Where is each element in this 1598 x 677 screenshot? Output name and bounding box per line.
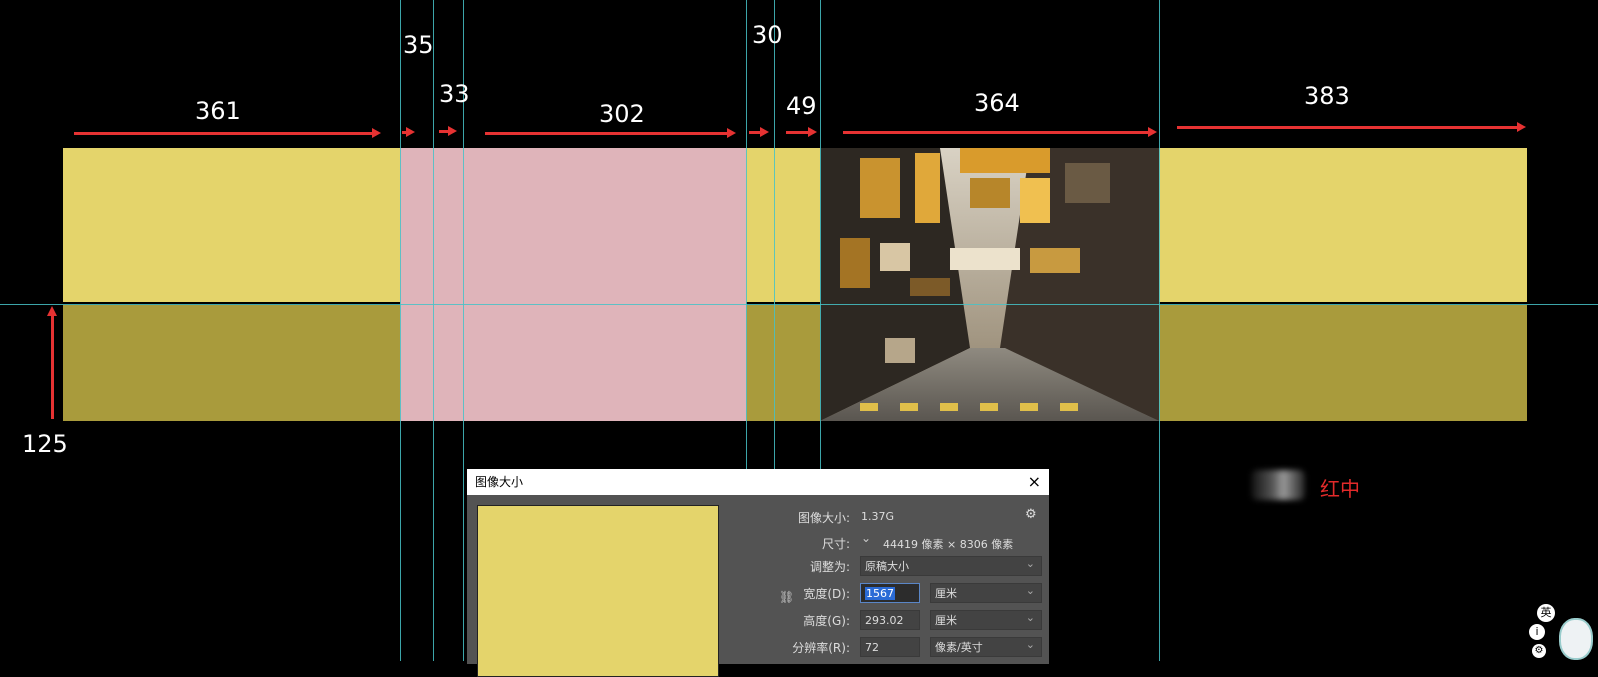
ime-tray[interactable]: 英 i ⚙ bbox=[1529, 604, 1595, 661]
gear-icon[interactable]: ⚙ bbox=[1025, 507, 1037, 522]
measure-label-7: 364 bbox=[974, 89, 1020, 117]
arrow-1 bbox=[74, 128, 381, 138]
settings-icon[interactable]: ⚙ bbox=[1532, 644, 1546, 658]
image-size-value: 1.37G bbox=[861, 510, 895, 523]
height-unit-select[interactable]: 厘米 bbox=[930, 608, 1042, 630]
measure-label-height: 125 bbox=[22, 430, 68, 458]
close-icon[interactable]: × bbox=[1028, 469, 1041, 495]
measure-label-5: 30 bbox=[752, 21, 783, 49]
resolution-input[interactable]: 72 bbox=[860, 637, 920, 657]
fit-to-label: 调整为: bbox=[809, 560, 850, 574]
block-olive-right-bottom bbox=[1159, 305, 1527, 421]
width-unit-select[interactable]: 厘米 bbox=[930, 581, 1042, 603]
block-pink bbox=[400, 148, 746, 421]
resolution-unit: 像素/英寸 bbox=[935, 641, 983, 654]
guide-vertical-7 bbox=[1159, 0, 1160, 661]
height-label: 高度(G): bbox=[803, 614, 850, 628]
image-size-label: 图像大小: bbox=[797, 511, 850, 525]
height-unit: 厘米 bbox=[935, 614, 957, 627]
dimensions-label: 尺寸: bbox=[821, 537, 850, 551]
dialog-titlebar: 图像大小 × bbox=[467, 469, 1049, 495]
width-input[interactable]: 1567 bbox=[860, 583, 920, 603]
arrow-5 bbox=[749, 127, 769, 137]
height-value: 293.02 bbox=[865, 614, 904, 627]
guide-vertical-1 bbox=[400, 0, 401, 661]
measure-label-3: 33 bbox=[439, 80, 470, 108]
measure-label-8: 383 bbox=[1304, 82, 1350, 110]
arrow-6 bbox=[786, 127, 817, 137]
height-input[interactable]: 293.02 bbox=[860, 610, 920, 630]
chevron-down-icon[interactable]: ⌄ bbox=[861, 531, 871, 545]
fit-to-value: 原稿大小 bbox=[865, 560, 909, 573]
block-yellow-mid-top bbox=[746, 148, 820, 302]
street-photo-illustration bbox=[820, 148, 1159, 421]
guide-horizontal bbox=[0, 304, 1598, 305]
width-value: 1567 bbox=[865, 587, 895, 600]
dialog-title: 图像大小 bbox=[475, 475, 524, 489]
measure-label-1: 361 bbox=[195, 97, 241, 125]
measure-label-2: 35 bbox=[403, 31, 434, 59]
blurred-avatar bbox=[1251, 470, 1305, 500]
resolution-value: 72 bbox=[865, 641, 879, 654]
block-yellow-right-top bbox=[1159, 148, 1527, 302]
width-unit: 厘米 bbox=[935, 587, 957, 600]
info-icon[interactable]: i bbox=[1529, 624, 1545, 640]
arrow-7 bbox=[843, 127, 1157, 137]
block-yellow-left-top bbox=[63, 148, 400, 302]
resolution-unit-select[interactable]: 像素/英寸 bbox=[930, 635, 1042, 657]
street-photo bbox=[820, 148, 1159, 421]
image-size-dialog: 图像大小 × 图像大小: 1.37G ⚙ 尺寸: ⌄ 44419 像素 × 83… bbox=[467, 469, 1049, 677]
arrow-4 bbox=[485, 128, 736, 138]
arrow-3 bbox=[439, 126, 457, 136]
measure-label-4: 302 bbox=[599, 100, 645, 128]
dimensions-value: 44419 像素 × 8306 像素 bbox=[883, 538, 1014, 551]
watermark-text: 红中 bbox=[1320, 477, 1360, 501]
mascot-icon[interactable] bbox=[1559, 618, 1593, 660]
fit-to-select[interactable]: 原稿大小 bbox=[860, 554, 1042, 576]
block-olive-left-bottom bbox=[63, 305, 400, 421]
measure-label-6: 49 bbox=[786, 92, 817, 120]
guide-vertical-2 bbox=[433, 0, 434, 661]
image-preview bbox=[477, 505, 719, 677]
width-label: 宽度(D): bbox=[803, 587, 850, 601]
arrow-vertical bbox=[51, 315, 54, 419]
ime-label[interactable]: 英 bbox=[1537, 604, 1555, 622]
arrow-2 bbox=[402, 127, 415, 137]
resolution-label: 分辨率(R): bbox=[792, 641, 850, 655]
block-olive-mid-bottom bbox=[746, 305, 820, 421]
arrow-8 bbox=[1177, 122, 1526, 132]
arrow-vertical-head bbox=[47, 306, 57, 316]
